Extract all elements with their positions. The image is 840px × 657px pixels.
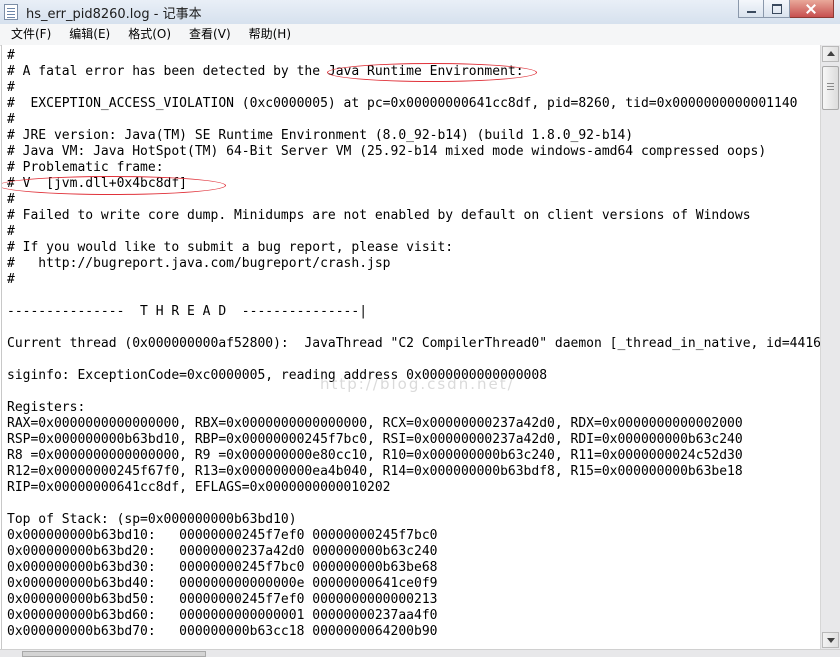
text-line: # Problematic frame: xyxy=(7,160,164,175)
document-text[interactable]: # # A fatal error has been detected by th… xyxy=(7,48,821,640)
text-line: # xyxy=(7,48,15,63)
text-line: 0x000000000b63bd20: 00000000237a42d0 000… xyxy=(7,544,438,559)
text-line: # xyxy=(7,224,15,239)
text-line: # If you would like to submit a bug repo… xyxy=(7,240,454,255)
notepad-icon[interactable] xyxy=(4,4,18,20)
text-line xyxy=(7,496,821,512)
text-line: RAX=0x0000000000000000, RBX=0x0000000000… xyxy=(7,416,743,431)
text-line: 0x000000000b63bd40: 000000000000000e 000… xyxy=(7,576,438,591)
menu-view[interactable]: 查看(V) xyxy=(178,24,238,45)
menu-file[interactable]: 文件(F) xyxy=(0,24,58,45)
close-icon[interactable] xyxy=(790,0,834,18)
text-line: RSP=0x000000000b63bd10, RBP=0x0000000024… xyxy=(7,432,743,447)
text-line: # Failed to write core dump. Minidumps a… xyxy=(7,208,751,223)
text-line: # JRE version: Java(TM) SE Runtime Envir… xyxy=(7,128,634,143)
menu-bar: 文件(F) 编辑(E) 格式(O) 查看(V) 帮助(H) xyxy=(0,24,840,46)
window-controls xyxy=(738,0,834,19)
text-editor-area[interactable]: # # A fatal error has been detected by th… xyxy=(1,45,821,649)
text-line: R12=0x00000000245f67f0, R13=0x000000000e… xyxy=(7,464,743,479)
text-line: # xyxy=(7,272,15,287)
vertical-scrollbar[interactable] xyxy=(820,45,840,649)
text-line: 0x000000000b63bd50: 00000000245f7ef0 000… xyxy=(7,592,438,607)
scroll-up-icon[interactable] xyxy=(822,46,839,62)
menu-format[interactable]: 格式(O) xyxy=(117,24,178,45)
text-line: # V [jvm.dll+0x4bc8df] xyxy=(7,176,188,191)
text-line: # Java VM: Java HotSpot(TM) 64-Bit Serve… xyxy=(7,144,767,159)
text-line: # xyxy=(7,80,15,95)
text-line: RIP=0x00000000641cc8df, EFLAGS=0x0000000… xyxy=(7,480,391,495)
text-line: 0x000000000b63bd60: 0000000000000001 000… xyxy=(7,608,438,623)
scroll-thumb[interactable] xyxy=(822,66,839,110)
menu-help[interactable]: 帮助(H) xyxy=(238,24,298,45)
scroll-down-icon[interactable] xyxy=(822,632,839,648)
text-line: 0x000000000b63bd10: 00000000245f7ef0 000… xyxy=(7,528,438,543)
minimize-icon[interactable] xyxy=(738,0,764,18)
text-line xyxy=(7,288,821,304)
text-line: # A fatal error has been detected by the… xyxy=(7,64,524,79)
text-line: # EXCEPTION_ACCESS_VIOLATION (0xc0000005… xyxy=(7,96,798,111)
text-line: --------------- T H R E A D ------------… xyxy=(7,304,368,319)
horizontal-scrollbar[interactable] xyxy=(0,649,840,657)
text-line: 0x000000000b63bd30: 00000000245f7bc0 000… xyxy=(7,560,438,575)
menu-edit[interactable]: 编辑(E) xyxy=(58,24,117,45)
text-line: # http://bugreport.java.com/bugreport/cr… xyxy=(7,256,391,271)
horizontal-scroll-thumb[interactable] xyxy=(22,651,206,657)
text-line xyxy=(7,352,821,368)
text-line xyxy=(7,320,821,336)
watermark-text: http://blog.csdn.net/ xyxy=(320,375,515,393)
text-line: Top of Stack: (sp=0x000000000b63bd10) xyxy=(7,512,297,527)
text-line: 0x000000000b63bd70: 000000000b63cc18 000… xyxy=(7,624,438,639)
window-title: hs_err_pid8260.log - 记事本 xyxy=(26,7,202,22)
text-line: # xyxy=(7,192,15,207)
text-line: R8 =0x0000000000000000, R9 =0x000000000e… xyxy=(7,448,743,463)
text-line: # xyxy=(7,112,15,127)
text-line: Current thread (0x000000000af52800): Jav… xyxy=(7,336,821,351)
title-bar[interactable]: hs_err_pid8260.log - 记事本 xyxy=(0,0,840,25)
maximize-icon[interactable] xyxy=(764,0,790,18)
text-line: Registers: xyxy=(7,400,86,415)
